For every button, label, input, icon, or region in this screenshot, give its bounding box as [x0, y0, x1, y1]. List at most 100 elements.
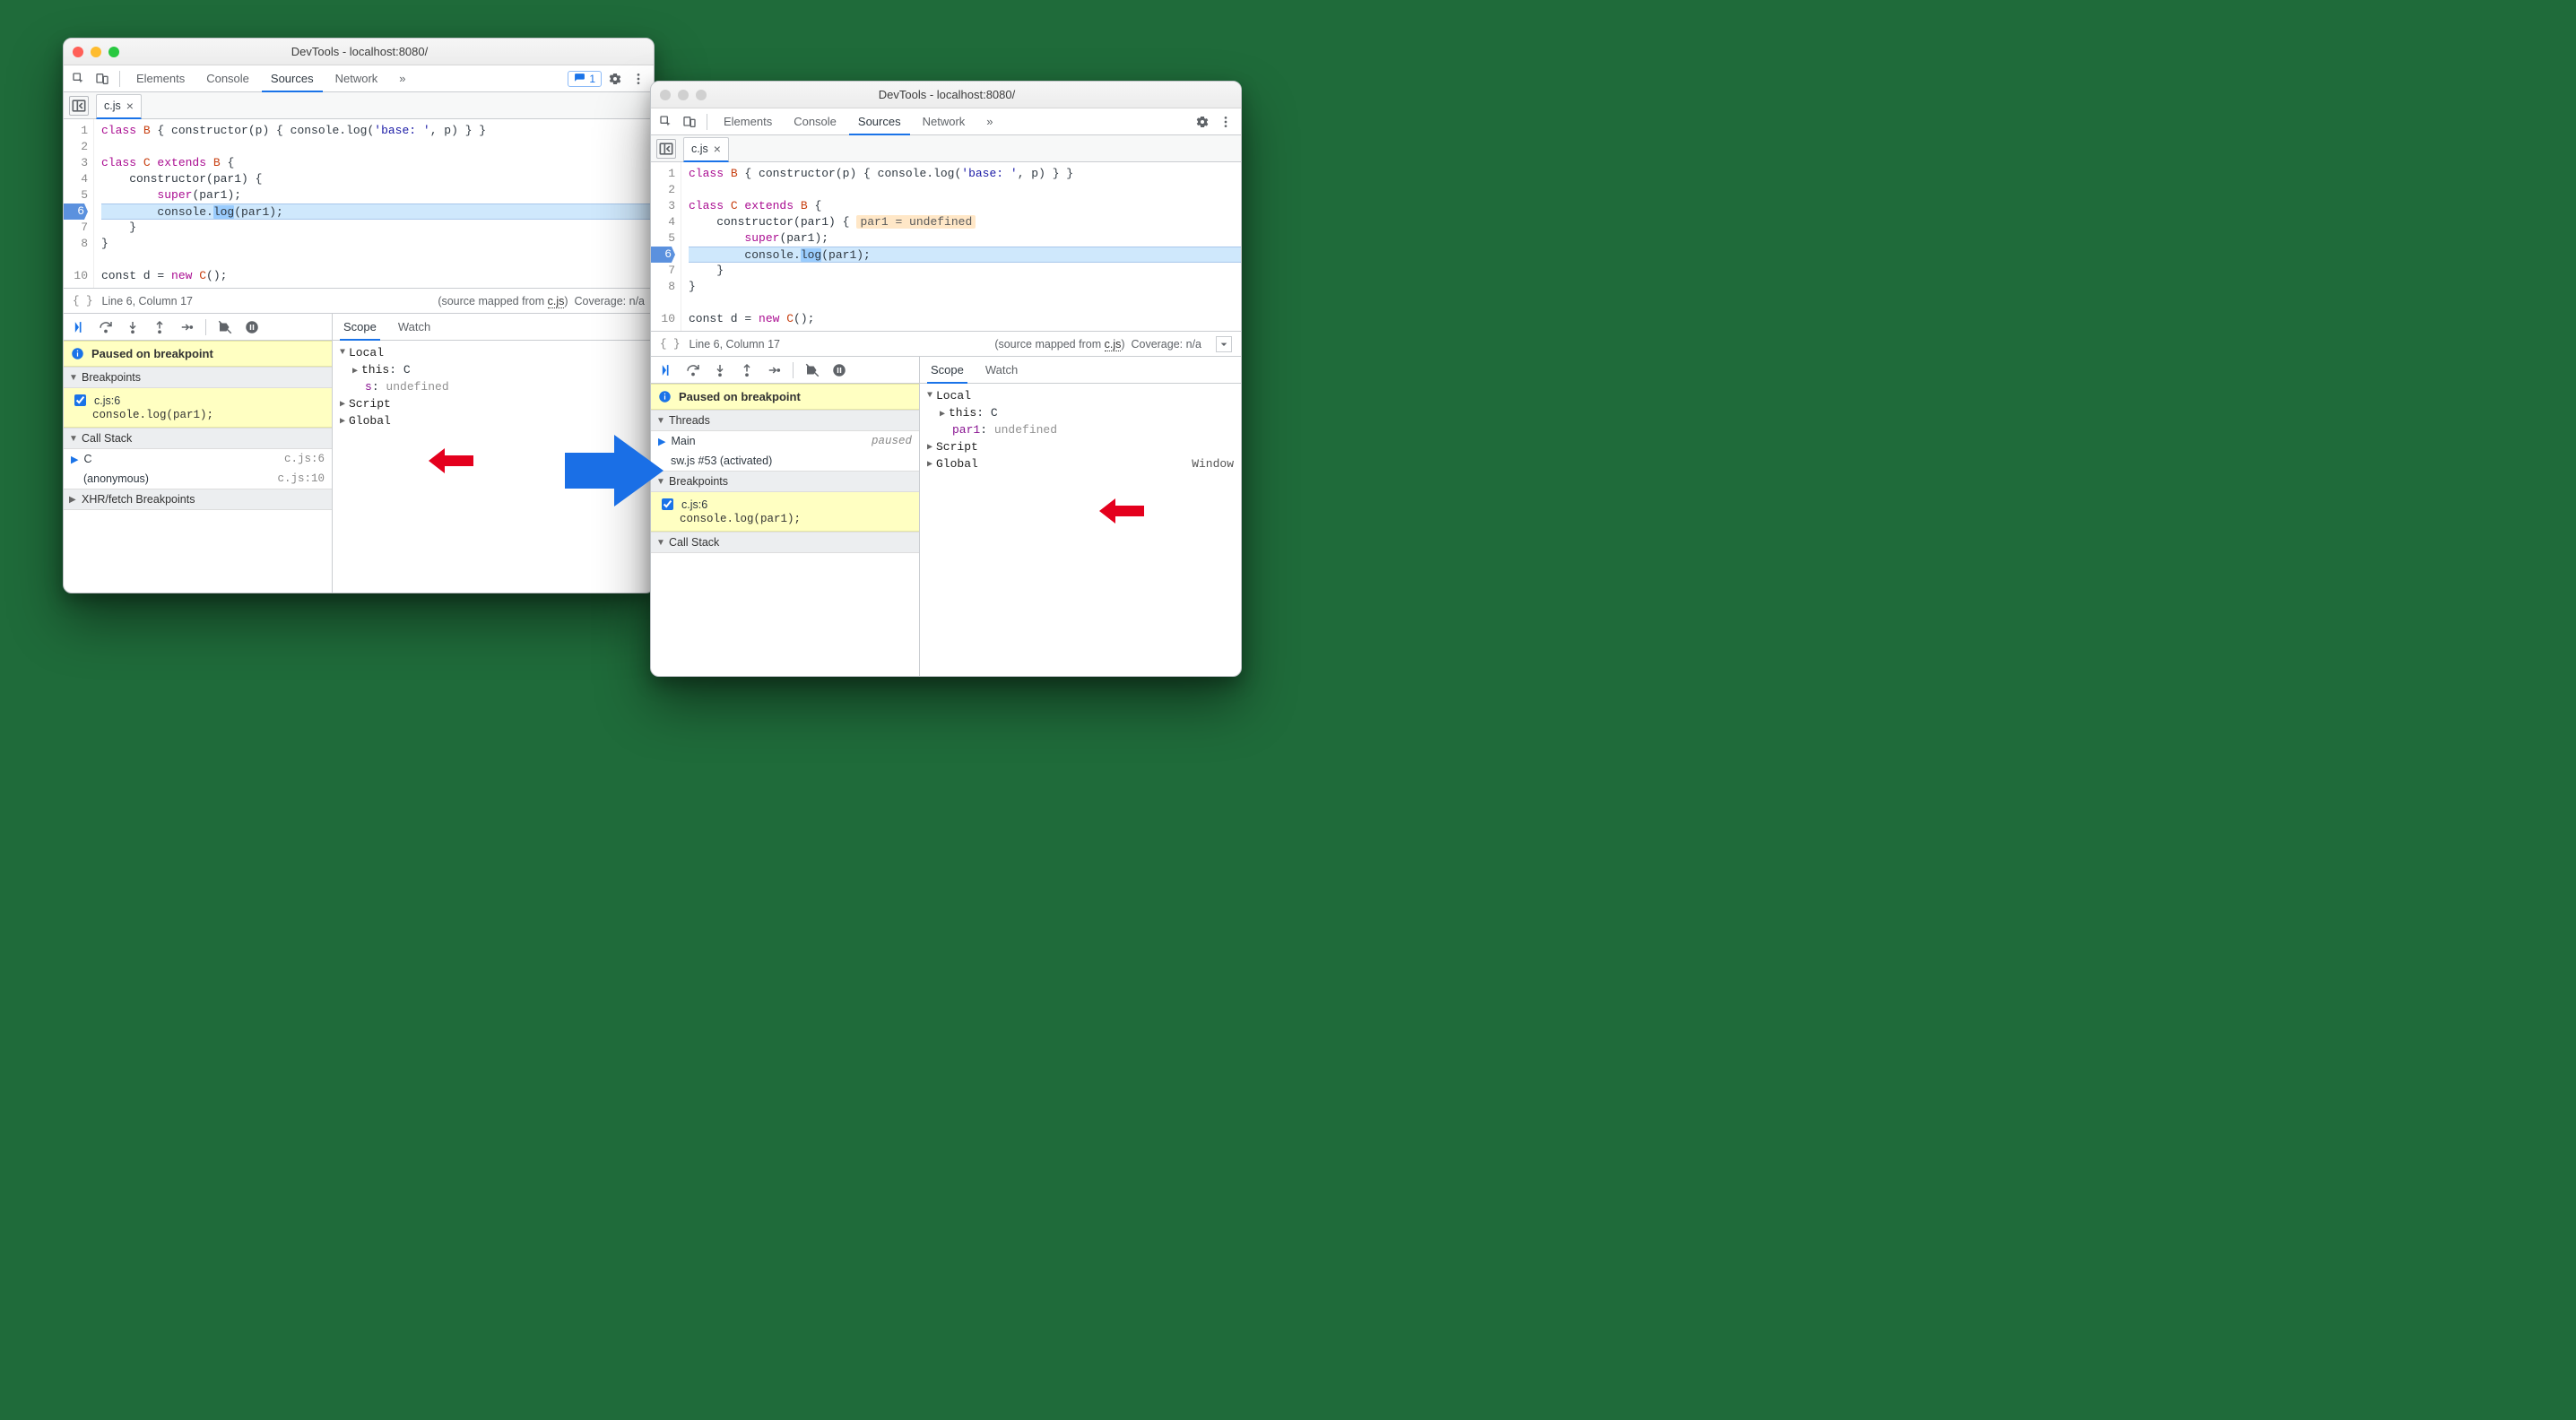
stack-frame[interactable]: ▶ C c.js:6: [64, 449, 332, 469]
step-into-icon[interactable]: [123, 317, 143, 337]
kebab-menu-icon[interactable]: [629, 69, 648, 89]
settings-icon[interactable]: [1193, 112, 1212, 132]
coverage-dropdown-icon[interactable]: [1216, 336, 1232, 352]
minimize-window-icon[interactable]: [678, 90, 689, 100]
editor-statusbar: { } Line 6, Column 17 (source mapped fro…: [651, 331, 1241, 356]
gutter[interactable]: 1 2 3 4 5 6 7 8 10: [651, 162, 681, 331]
paused-banner: Paused on breakpoint: [64, 341, 332, 367]
file-tabstrip: c.js ×: [651, 135, 1241, 162]
code-body[interactable]: class B { constructor(p) { console.log('…: [681, 162, 1241, 331]
separator: [119, 71, 120, 87]
tab-network[interactable]: Network: [326, 65, 387, 91]
chevron-down-icon: ▼: [656, 538, 665, 548]
step-over-icon[interactable]: [683, 360, 703, 380]
scope-this[interactable]: ▶this: C: [333, 361, 654, 378]
scope-watch-tabs: Scope Watch: [920, 357, 1241, 384]
deactivate-breakpoints-icon[interactable]: [215, 317, 235, 337]
debugger-toolbar: [651, 357, 919, 384]
close-window-icon[interactable]: [73, 47, 83, 57]
scope-this[interactable]: ▶this: C: [920, 404, 1241, 421]
settings-icon[interactable]: [605, 69, 625, 89]
file-tab-cjs[interactable]: c.js ×: [683, 137, 729, 162]
minimize-window-icon[interactable]: [91, 47, 101, 57]
step-out-icon[interactable]: [150, 317, 169, 337]
scope-local-header[interactable]: ▼Local: [333, 344, 654, 361]
scope-script-header[interactable]: ▶Script: [920, 438, 1241, 455]
tab-watch[interactable]: Watch: [982, 357, 1021, 383]
pretty-print-icon[interactable]: { }: [73, 295, 93, 307]
step-over-icon[interactable]: [96, 317, 116, 337]
tab-scope[interactable]: Scope: [340, 315, 380, 341]
tab-elements[interactable]: Elements: [715, 108, 781, 134]
section-xhr-breakpoints[interactable]: ▶ XHR/fetch Breakpoints: [64, 489, 332, 510]
resume-icon[interactable]: [656, 360, 676, 380]
traffic-lights[interactable]: [73, 47, 119, 57]
tab-sources[interactable]: Sources: [849, 109, 910, 135]
scope-variable[interactable]: par1: undefined: [920, 421, 1241, 438]
breakpoint-item[interactable]: c.js:6 console.log(par1);: [64, 388, 332, 428]
source-editor[interactable]: 1 2 3 4 5 6 7 8 10 class B { constructor…: [651, 162, 1241, 331]
execution-line: console.log(par1);: [101, 203, 654, 220]
kebab-menu-icon[interactable]: [1216, 112, 1236, 132]
close-tab-icon[interactable]: ×: [714, 143, 721, 155]
zoom-window-icon[interactable]: [696, 90, 707, 100]
device-toolbar-icon[interactable]: [680, 112, 699, 132]
pause-on-exceptions-icon[interactable]: [242, 317, 262, 337]
tab-console[interactable]: Console: [197, 65, 258, 91]
scope-global-header[interactable]: ▶GlobalWindow: [920, 455, 1241, 472]
inspect-element-icon[interactable]: [69, 69, 89, 89]
tab-sources[interactable]: Sources: [262, 66, 323, 92]
file-tab-label: c.js: [104, 100, 121, 112]
scope-global-header[interactable]: ▶Global: [333, 412, 654, 429]
issues-chip[interactable]: 1: [568, 71, 602, 87]
source-editor[interactable]: 1 2 3 4 5 6 7 8 10 class B { constructor…: [64, 119, 654, 288]
pause-on-exceptions-icon[interactable]: [829, 360, 849, 380]
tabs-overflow[interactable]: »: [977, 108, 1002, 134]
deactivate-breakpoints-icon[interactable]: [802, 360, 822, 380]
resume-icon[interactable]: [69, 317, 89, 337]
editor-statusbar: { } Line 6, Column 17 (source mapped fro…: [64, 288, 654, 313]
tab-elements[interactable]: Elements: [127, 65, 194, 91]
breakpoint-label: c.js:6: [94, 394, 120, 407]
step-into-icon[interactable]: [710, 360, 730, 380]
thread-sw[interactable]: sw.js #53 (activated): [651, 451, 919, 471]
file-tab-cjs[interactable]: c.js ×: [96, 94, 142, 119]
scope-script-header[interactable]: ▶Script: [333, 395, 654, 412]
navigator-toggle-icon[interactable]: [656, 139, 676, 159]
section-callstack[interactable]: ▼ Call Stack: [64, 428, 332, 449]
close-tab-icon[interactable]: ×: [126, 100, 134, 112]
tab-watch[interactable]: Watch: [395, 314, 434, 340]
zoom-window-icon[interactable]: [108, 47, 119, 57]
step-icon[interactable]: [764, 360, 784, 380]
section-callstack[interactable]: ▼ Call Stack: [651, 532, 919, 553]
execution-line-marker: 6: [64, 203, 88, 220]
pretty-print-icon[interactable]: { }: [660, 338, 681, 351]
source-map-info: (source mapped from c.js) Coverage: n/a: [438, 295, 645, 307]
step-out-icon[interactable]: [737, 360, 757, 380]
stack-frame[interactable]: (anonymous) c.js:10: [64, 469, 332, 489]
chevron-down-icon: ▼: [656, 416, 665, 426]
inspect-element-icon[interactable]: [656, 112, 676, 132]
chevron-right-icon: ▶: [69, 495, 78, 505]
close-window-icon[interactable]: [660, 90, 671, 100]
step-icon[interactable]: [177, 317, 196, 337]
scope-variable[interactable]: s: undefined: [333, 378, 654, 395]
scope-local-header[interactable]: ▼Local: [920, 387, 1241, 404]
section-breakpoints[interactable]: ▼ Breakpoints: [651, 471, 919, 492]
tab-network[interactable]: Network: [914, 108, 975, 134]
devtools-main-toolbar: Elements Console Sources Network » 1: [64, 65, 654, 92]
device-toolbar-icon[interactable]: [92, 69, 112, 89]
tab-scope[interactable]: Scope: [927, 358, 967, 384]
section-threads[interactable]: ▼ Threads: [651, 410, 919, 431]
tab-console[interactable]: Console: [785, 108, 846, 134]
section-breakpoints[interactable]: ▼ Breakpoints: [64, 367, 332, 388]
thread-main[interactable]: ▶ Main paused: [651, 431, 919, 451]
breakpoint-item[interactable]: c.js:6 console.log(par1);: [651, 492, 919, 532]
traffic-lights[interactable]: [660, 90, 707, 100]
file-tabstrip: c.js ×: [64, 92, 654, 119]
gutter[interactable]: 1 2 3 4 5 6 7 8 10: [64, 119, 94, 288]
breakpoint-checkbox[interactable]: [74, 394, 86, 406]
code-body[interactable]: class B { constructor(p) { console.log('…: [94, 119, 654, 288]
navigator-toggle-icon[interactable]: [69, 96, 89, 116]
tabs-overflow[interactable]: »: [390, 65, 414, 91]
